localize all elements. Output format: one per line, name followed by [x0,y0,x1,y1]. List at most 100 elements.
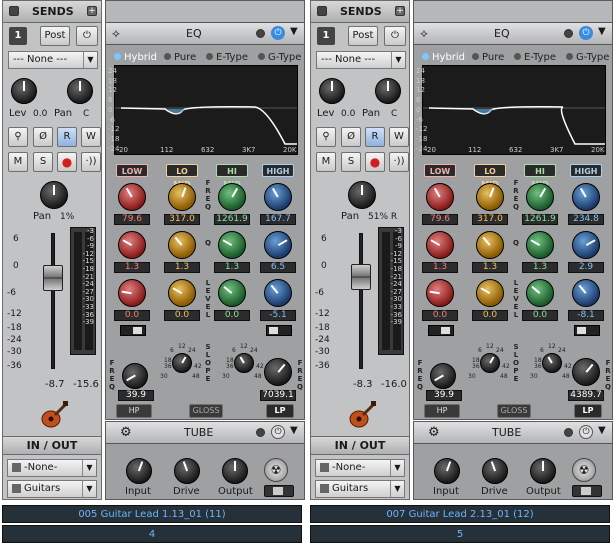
eq-mode-pure[interactable]: Pure [472,52,504,63]
hp-button[interactable]: HP [116,404,152,418]
band-high-freq-knob[interactable] [572,183,600,211]
lp-freq-knob[interactable] [572,358,600,386]
tube-power-icon[interactable]: ⏻ [579,425,593,439]
tube-drive-knob[interactable] [174,458,200,484]
tube-mode-toggle[interactable] [572,485,602,497]
gloss-button[interactable]: GLOSS [497,404,531,418]
tube-menu-icon[interactable]: ▼ [598,425,606,436]
eq-mode-gtype[interactable]: G-Type [258,52,301,63]
lp-button[interactable]: LP [266,404,294,418]
tube-input-knob[interactable] [434,458,460,484]
read-automation-button[interactable]: R [365,127,385,147]
collapse-icon[interactable] [9,6,19,16]
tube-power-icon[interactable]: ⏻ [271,425,285,439]
send-dropdown[interactable]: --- None --- ▼ [8,51,98,69]
phase-invert-icon[interactable]: Ø [33,127,53,147]
band-high-gain-knob[interactable] [264,231,292,259]
input-monitor-icon[interactable]: ⚲ [316,127,336,147]
record-arm-icon[interactable]: ● [365,152,385,172]
band-low-q-knob[interactable] [118,279,146,307]
band-high-q-knob[interactable] [572,279,600,307]
send-pan-knob[interactable] [375,78,401,104]
phase-invert-icon[interactable]: Ø [341,127,361,147]
send-level-knob[interactable] [11,78,37,104]
eq-mode-etype[interactable]: E-Type [514,52,556,63]
input-echo-icon[interactable]: ·)) [389,152,409,172]
band-low-freq-knob[interactable] [426,183,454,211]
power-icon[interactable]: ⏻ [384,26,406,46]
band-shelf-toggle[interactable] [428,325,454,336]
band-himid-q-knob[interactable] [218,279,246,307]
band-toggle-himid[interactable]: HI MID [216,164,248,189]
band-toggle-lomid[interactable]: LO MID [474,164,506,189]
solo-button[interactable]: S [341,152,361,172]
band-lomid-q-knob[interactable] [168,279,196,307]
eq-mode-etype[interactable]: E-Type [206,52,248,63]
tube-enable-icon[interactable] [564,428,573,437]
hp-freq-knob[interactable] [430,363,456,389]
eq-enable-icon[interactable] [564,29,573,38]
band-shelf-toggle[interactable] [266,325,292,336]
slope-knob[interactable] [542,353,562,373]
band-lomid-freq-knob[interactable] [168,183,196,211]
tube-enable-icon[interactable] [256,428,265,437]
mute-button[interactable]: M [316,152,336,172]
eq-graph[interactable]: 24 18 12 6 0 -6 -12 -18 -24 20 112 632 3K7 20K [108,65,298,155]
band-himid-freq-knob[interactable] [526,183,554,211]
band-himid-freq-knob[interactable] [218,183,246,211]
send-number[interactable]: 1 [9,27,27,45]
tube-mode-toggle[interactable] [264,485,294,497]
band-low-gain-knob[interactable] [118,231,146,259]
lp-button[interactable]: LP [574,404,602,418]
mute-button[interactable]: M [8,152,28,172]
band-toggle-high[interactable]: HIGH [570,164,602,177]
band-lomid-gain-knob[interactable] [168,231,196,259]
tube-drive-knob[interactable] [482,458,508,484]
band-low-gain-knob[interactable] [426,231,454,259]
send-level-knob[interactable] [319,78,345,104]
tube-input-knob[interactable] [126,458,152,484]
band-low-freq-knob[interactable] [118,183,146,211]
tube-menu-icon[interactable]: ▼ [290,425,298,436]
post-button[interactable]: Post [348,26,378,46]
band-lomid-gain-knob[interactable] [476,231,504,259]
band-himid-gain-knob[interactable] [218,231,246,259]
lp-freq-knob[interactable] [264,358,292,386]
add-send-icon[interactable]: + [87,6,97,16]
slope-knob[interactable] [172,353,192,373]
eq-menu-icon[interactable]: ▼ [598,26,606,37]
pan-knob[interactable] [348,181,376,209]
add-send-icon[interactable]: + [395,6,405,16]
band-shelf-toggle[interactable] [120,325,146,336]
eq-mode-gtype[interactable]: G-Type [566,52,609,63]
read-automation-button[interactable]: R [57,127,77,147]
band-high-gain-knob[interactable] [572,231,600,259]
hp-button[interactable]: HP [424,404,460,418]
eq-mode-hybrid[interactable]: Hybrid [114,52,157,63]
track-name[interactable]: 005 Guitar Lead 1.13_01 (11) [2,505,302,523]
eq-power-icon[interactable]: ⏻ [579,26,593,40]
tube-output-knob[interactable] [530,458,556,484]
track-name[interactable]: 007 Guitar Lead 2.13_01 (12) [310,505,610,523]
input-dropdown[interactable]: -None- ▼ [7,459,97,477]
volume-fader[interactable] [351,264,371,291]
write-automation-button[interactable]: W [81,127,101,147]
band-toggle-low[interactable]: LOW [424,164,456,177]
write-automation-button[interactable]: W [389,127,409,147]
output-dropdown[interactable]: Guitars ▼ [7,480,97,498]
band-toggle-low[interactable]: LOW [116,164,148,177]
eq-graph[interactable]: 24 18 12 6 0 -6 -12 -18 -24 20 112 632 3K7 20K [416,65,606,155]
band-shelf-toggle[interactable] [574,325,600,336]
band-himid-gain-knob[interactable] [526,231,554,259]
input-dropdown[interactable]: -None- ▼ [315,459,405,477]
send-pan-knob[interactable] [67,78,93,104]
collapse-icon[interactable] [317,6,327,16]
gloss-button[interactable]: GLOSS [189,404,223,418]
send-dropdown[interactable]: --- None --- ▼ [316,51,406,69]
pan-knob[interactable] [40,181,68,209]
band-himid-q-knob[interactable] [526,279,554,307]
volume-fader[interactable] [43,265,63,292]
hp-freq-knob[interactable] [122,363,148,389]
power-icon[interactable]: ⏻ [76,26,98,46]
output-dropdown[interactable]: Guitars ▼ [315,480,405,498]
